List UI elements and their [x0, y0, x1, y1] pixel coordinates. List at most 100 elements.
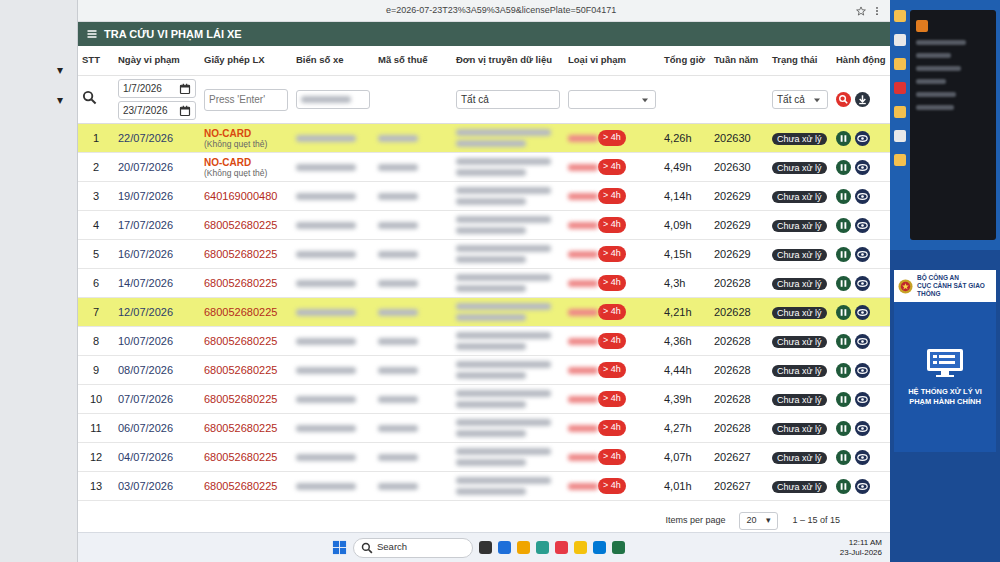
- eye-icon[interactable]: [855, 450, 870, 465]
- date-field[interactable]: 1/7/2026: [118, 79, 196, 98]
- eye-icon[interactable]: [855, 218, 870, 233]
- star-icon[interactable]: [856, 6, 866, 16]
- pause-icon[interactable]: [836, 479, 851, 494]
- dropdown-caret[interactable]: ▾: [57, 94, 63, 106]
- blurred-unit: [456, 372, 526, 379]
- violation-date: 10/07/2026: [114, 333, 200, 350]
- eye-icon[interactable]: [855, 131, 870, 146]
- police-body: HỆ THỐNG XỬ LÝ VI PHẠM HÀNH CHÍNH: [894, 302, 996, 452]
- eye-icon[interactable]: [855, 363, 870, 378]
- row-number: 7: [78, 304, 114, 321]
- taskbar-app-icon[interactable]: [612, 541, 625, 554]
- search-icon[interactable]: [836, 92, 851, 107]
- blurred-unit: [456, 477, 551, 484]
- download-icon[interactable]: [855, 92, 870, 107]
- url-text[interactable]: e=2026-07-23T23%3A59%3A59&licensePlate=5…: [86, 4, 850, 18]
- pause-icon[interactable]: [836, 131, 851, 146]
- eye-icon[interactable]: [855, 334, 870, 349]
- desktop-file-icon[interactable]: [894, 34, 906, 46]
- column-header: STT: [78, 53, 114, 67]
- plate-cell: [292, 193, 374, 200]
- taskbar-app-icon[interactable]: [555, 541, 568, 554]
- row-actions: [832, 334, 890, 349]
- eye-icon[interactable]: [855, 479, 870, 494]
- total-hours: 4,27h: [660, 420, 710, 437]
- menu-dots-icon[interactable]: [872, 6, 882, 16]
- desktop-file-icon[interactable]: [894, 10, 906, 22]
- pause-icon[interactable]: [836, 218, 851, 233]
- table-row: 614/07/2026680052680225> 4h4,3h202628Chư…: [78, 269, 890, 298]
- eye-icon[interactable]: [855, 305, 870, 320]
- desktop-area: [890, 0, 1000, 250]
- eye-icon[interactable]: [855, 392, 870, 407]
- date-value: 23/7/2026: [123, 103, 168, 118]
- blurred-tax: [378, 396, 418, 403]
- status-cell: Chưa xử lý: [768, 246, 832, 263]
- dropdown-caret[interactable]: ▾: [57, 64, 63, 76]
- blurred-tax: [378, 367, 418, 374]
- page-size-select[interactable]: 20▾: [739, 512, 778, 530]
- status-select[interactable]: Tất cả: [772, 90, 828, 109]
- eye-icon[interactable]: [855, 160, 870, 175]
- violation-date: 03/07/2026: [114, 478, 200, 495]
- blurred-unit: [456, 140, 526, 147]
- blurred-violation: [568, 338, 598, 345]
- date-field[interactable]: 23/7/2026: [118, 101, 196, 120]
- pause-icon[interactable]: [836, 160, 851, 175]
- taskbar-app-icon[interactable]: [536, 541, 549, 554]
- week-of-year: 202628: [710, 275, 768, 292]
- pause-icon[interactable]: [836, 276, 851, 291]
- desktop-file-icon[interactable]: [894, 58, 906, 70]
- desktop-file-icon[interactable]: [894, 130, 906, 142]
- blurred-unit: [456, 488, 526, 495]
- taskbar-app-icon[interactable]: [593, 541, 606, 554]
- tax-cell: [374, 280, 452, 287]
- table-row: 1106/07/2026680052680225> 4h4,27h202628C…: [78, 414, 890, 443]
- menu-icon[interactable]: [86, 28, 98, 40]
- desktop-file-icon[interactable]: [894, 82, 906, 94]
- address-bar[interactable]: e=2026-07-23T23%3A59%3A59&licensePlate=5…: [78, 0, 890, 22]
- row-actions: [832, 218, 890, 233]
- pause-icon[interactable]: [836, 392, 851, 407]
- blurred-plate: [296, 396, 356, 403]
- eye-icon[interactable]: [855, 189, 870, 204]
- blurred-value: [301, 96, 351, 103]
- eye-icon[interactable]: [855, 421, 870, 436]
- license-input[interactable]: [204, 89, 288, 111]
- taskbar-app-icon[interactable]: [574, 541, 587, 554]
- pause-icon[interactable]: [836, 421, 851, 436]
- pause-icon[interactable]: [836, 450, 851, 465]
- search-icon[interactable]: [82, 90, 97, 105]
- blurred-tax: [378, 425, 418, 432]
- pause-icon[interactable]: [836, 363, 851, 378]
- eye-icon[interactable]: [855, 247, 870, 262]
- desktop-file-icon[interactable]: [894, 154, 906, 166]
- unit-select[interactable]: Tất cả: [456, 90, 560, 109]
- week-of-year: 202628: [710, 362, 768, 379]
- blurred-unit: [456, 245, 551, 252]
- column-header: Ngày vi phạm: [114, 53, 200, 67]
- desktop-file-icon[interactable]: [894, 106, 906, 118]
- blurred-unit: [456, 158, 551, 165]
- plate-input[interactable]: [296, 90, 370, 109]
- violation-select[interactable]: [568, 90, 656, 109]
- plate-cell: [292, 164, 374, 171]
- windows-icon[interactable]: [332, 540, 347, 555]
- calendar-icon[interactable]: [179, 83, 191, 95]
- pause-icon[interactable]: [836, 334, 851, 349]
- row-number: 1: [78, 130, 114, 147]
- violation-cell: > 4h: [564, 159, 660, 175]
- taskbar-app-icon[interactable]: [479, 541, 492, 554]
- pause-icon[interactable]: [836, 189, 851, 204]
- eye-icon[interactable]: [855, 276, 870, 291]
- tax-cell: [374, 367, 452, 374]
- status-badge: Chưa xử lý: [772, 423, 827, 435]
- taskbar-app-icon[interactable]: [517, 541, 530, 554]
- pause-icon[interactable]: [836, 305, 851, 320]
- taskbar-search[interactable]: Search: [353, 538, 473, 558]
- violation-cell: > 4h: [564, 333, 660, 349]
- calendar-icon[interactable]: [179, 105, 191, 117]
- taskbar-app-icon[interactable]: [498, 541, 511, 554]
- blurred-unit: [456, 361, 551, 368]
- pause-icon[interactable]: [836, 247, 851, 262]
